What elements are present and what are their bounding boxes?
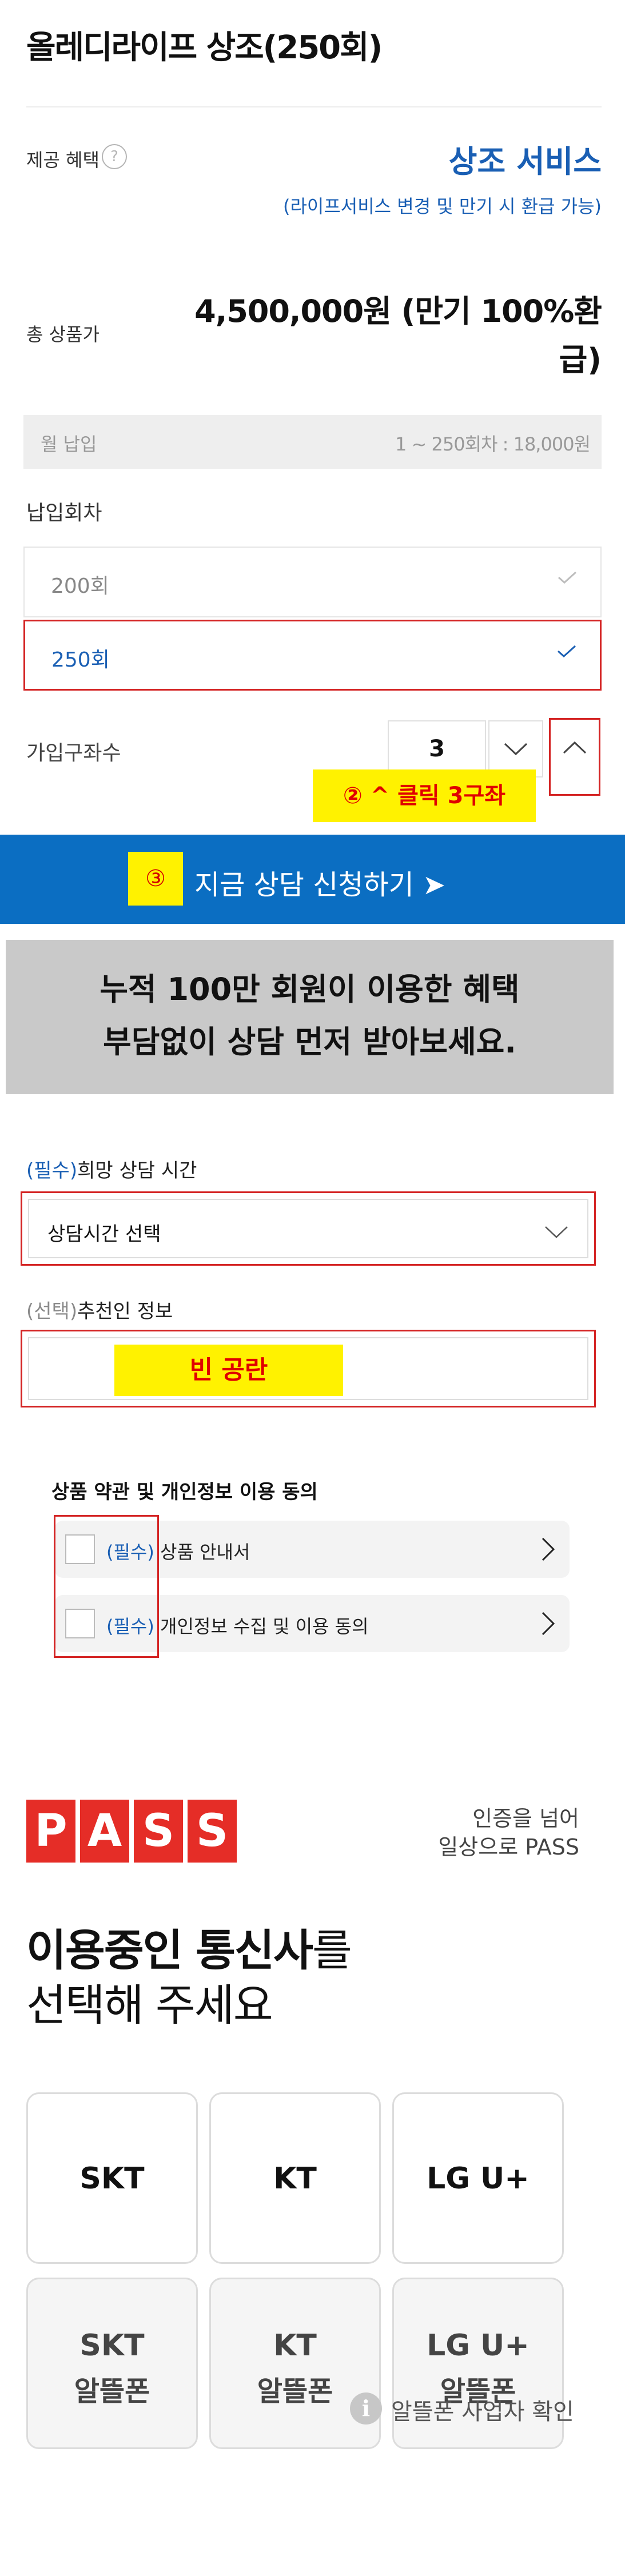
carrier-name: LG U+ <box>427 2328 530 2363</box>
monthly-payment-label: 월 납입 <box>41 433 97 455</box>
installment-option-200[interactable]: 200회 <box>23 547 602 617</box>
carrier-name: KT <box>273 2328 317 2363</box>
consult-apply-label[interactable]: 지금 상담 신청하기 ➤ <box>194 862 445 902</box>
carrier-name: LG U+ <box>427 2162 530 2196</box>
benefit-note: (라이프서비스 변경 및 만기 시 환급 가능) <box>282 196 602 217</box>
consult-time-select[interactable]: 상담시간 선택 <box>21 1191 596 1266</box>
check-icon <box>558 571 577 584</box>
consult-time-select-box[interactable]: 상담시간 선택 <box>28 1199 588 1258</box>
carrier-heading-line2: 선택해 주세요 <box>26 1980 273 2031</box>
term-item-text: 상품 안내서 <box>160 1541 250 1563</box>
consult-time-label: (필수)희망 상담 시간 <box>26 1155 197 1183</box>
referrer-label-text: 추천인 정보 <box>77 1300 173 1323</box>
pass-slogan: 일상으로 PASS <box>438 1835 579 1860</box>
promo-banner: 누적 100만 회원이 이용한 혜택 부담없이 상담 먼저 받아보세요. <box>6 940 614 1094</box>
carrier-kt-mvno[interactable]: KT 알뜰폰 <box>209 2278 381 2449</box>
referrer-label: (선택)추천인 정보 <box>26 1295 173 1323</box>
pass-logo-letter: S <box>188 1800 237 1863</box>
carrier-kt[interactable]: KT <box>209 2092 381 2264</box>
installments-label: 납입회차 <box>26 501 102 525</box>
installment-option-250[interactable]: 250회 <box>23 620 602 691</box>
monthly-payment-bar: 월 납입 1 ~ 250회차 : 18,000원 <box>23 415 602 469</box>
carrier-heading-bold: 이용중인 통신사 <box>26 1925 313 1976</box>
chevron-down-icon <box>545 1226 568 1238</box>
annotation-blank: 빈 공란 <box>114 1345 343 1396</box>
carrier-heading: 이용중인 통신사를 <box>26 1915 352 1978</box>
required-tag: (필수) <box>26 1159 78 1182</box>
chevron-up-icon <box>563 741 587 754</box>
terms-title: 상품 약관 및 개인정보 이용 동의 <box>51 1481 318 1504</box>
carrier-heading-rest: 를 <box>312 1925 352 1976</box>
total-price-value-cont: 급) <box>559 342 602 378</box>
pass-logo-letter: S <box>134 1800 183 1863</box>
installment-option-label: 200회 <box>51 575 109 598</box>
page-title: 올레디라이프 상조(250회) <box>26 29 383 66</box>
annotation-step-2: ② ^ 클릭 3구좌 <box>313 769 536 822</box>
optional-tag: (선택) <box>26 1300 78 1323</box>
chevron-right-icon <box>542 1537 555 1561</box>
info-icon[interactable]: i <box>350 2392 382 2425</box>
carrier-sub: 알뜰폰 <box>74 2375 150 2407</box>
increase-button[interactable] <box>549 718 600 796</box>
accounts-quantity-input[interactable]: 3 <box>388 720 486 777</box>
benefit-label: 제공 혜택 <box>26 149 99 171</box>
carrier-name: SKT <box>79 2162 145 2196</box>
carrier-name: SKT <box>79 2328 145 2363</box>
mvno-info-link[interactable]: 알뜰폰 사업자 확인 <box>391 2393 574 2426</box>
promo-line: 누적 100만 회원이 이용한 혜택 <box>99 971 520 1007</box>
benefit-value: 상조 서비스 <box>448 143 602 180</box>
consult-time-select-value: 상담시간 선택 <box>47 1223 161 1246</box>
chevron-right-icon <box>542 1612 555 1636</box>
pass-logo-letter: P <box>26 1800 75 1863</box>
promo-line: 부담없이 상담 먼저 받아보세요. <box>103 1024 516 1060</box>
check-icon <box>557 645 576 658</box>
monthly-payment-value: 1 ~ 250회차 : 18,000원 <box>395 433 591 455</box>
consult-time-label-text: 희망 상담 시간 <box>77 1159 197 1182</box>
accounts-label: 가입구좌수 <box>26 741 121 765</box>
pass-slogan: 인증을 넘어 <box>472 1806 579 1831</box>
carrier-name: KT <box>273 2162 317 2196</box>
pass-logo-letter: A <box>80 1800 129 1863</box>
carrier-lgu[interactable]: LG U+ <box>392 2092 564 2264</box>
pass-logo: P A S S <box>26 1800 237 1863</box>
total-price-value: 4,500,000원 (만기 100%환 <box>194 293 602 329</box>
checkbox-highlight <box>54 1515 159 1658</box>
help-icon[interactable]: ? <box>102 144 127 169</box>
carrier-skt-mvno[interactable]: SKT 알뜰폰 <box>26 2278 198 2449</box>
total-price-label: 총 상품가 <box>26 324 99 345</box>
header-divider <box>26 106 602 107</box>
term-item-text: 개인정보 수집 및 이용 동의 <box>160 1616 369 1637</box>
chevron-down-icon <box>504 743 528 756</box>
installment-option-label: 250회 <box>51 648 110 672</box>
annotation-step-3: ③ <box>128 852 183 906</box>
carrier-skt[interactable]: SKT <box>26 2092 198 2264</box>
decrease-button[interactable] <box>488 720 543 777</box>
